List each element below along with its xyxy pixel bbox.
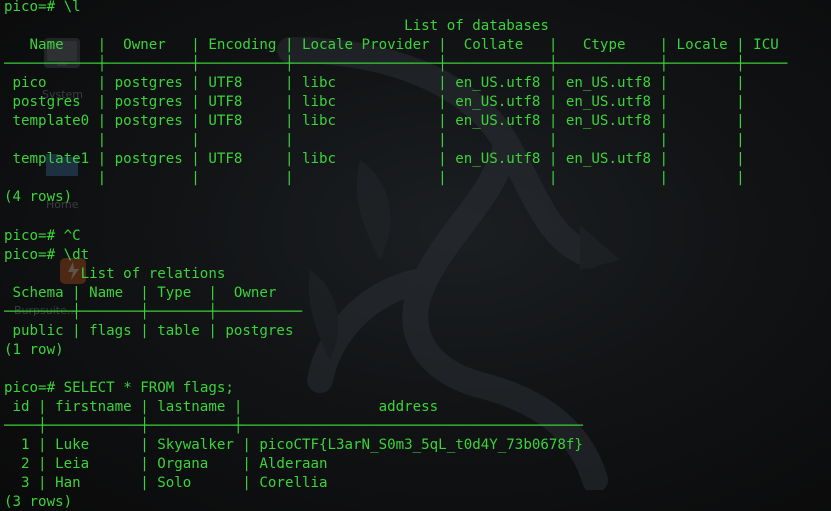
output-line: (4 rows) [4,189,73,206]
shell-prompt: pico=# [4,379,56,396]
command-text: ^C [55,227,81,244]
shell-prompt: pico=# [4,0,56,15]
output-line: (3 rows) [4,494,73,511]
command-text: \dt [55,246,90,263]
output-line: Schema | Name | Type | Owner [4,284,277,301]
output-line: List of databases [4,18,549,35]
prompt-line: pico=# \dt [4,246,831,265]
output-line: id | firstname | lastname | address [4,398,439,415]
prompt-line: pico=# \l [4,0,831,17]
command-text: \l [55,0,81,15]
output-line: template1 | postgres | UTF8 | libc | en_… [4,151,745,168]
output-line: public | flags | table | postgres [4,322,294,339]
shell-prompt: pico=# [4,246,56,263]
output-line: | | | | | | | [4,170,745,187]
output-line: ───────────┼──────────┼──────────┼──────… [4,56,788,73]
output-line: 3 | Han | Solo | Corellia [4,475,328,492]
output-line: List of relations [4,265,226,282]
terminal-output[interactable]: pico=# \l List of databases Name | Owner… [4,0,831,511]
prompt-line: pico=# SELECT * FROM flags; [4,379,831,398]
output-line: 2 | Leia | Organa | Alderaan [4,456,328,473]
output-line: ────────┼───────┼───────┼────────── [4,303,302,320]
output-line: postgres | postgres | UTF8 | libc | en_U… [4,94,745,111]
output-line: Name | Owner | Encoding | Locale Provide… [4,37,779,54]
command-text: SELECT * FROM flags; [55,379,234,396]
output-line: (1 row) [4,341,64,358]
output-line: pico | postgres | UTF8 | libc | en_US.ut… [4,75,745,92]
shell-prompt: pico=# [4,227,56,244]
desktop-screen: System Home Burpsuite... pico=# \l List … [0,0,831,511]
prompt-line: pico=# ^C [4,227,831,246]
output-line: ────┼───────────┼──────────┼────────────… [4,418,583,435]
output-line: 1 | Luke | Skywalker | picoCTF{L3arN_S0m… [4,437,583,454]
output-line: | | | | | | | [4,132,745,149]
output-line: template0 | postgres | UTF8 | libc | en_… [4,113,745,130]
